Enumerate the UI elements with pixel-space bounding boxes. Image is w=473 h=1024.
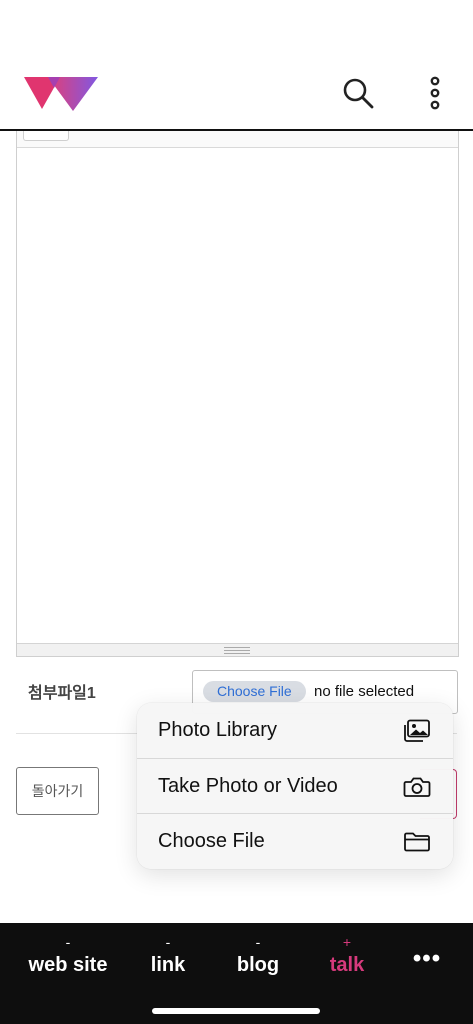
file-status-text: no file selected	[314, 683, 415, 700]
nav-marker: -	[65, 934, 71, 950]
editor-toolbar-button[interactable]	[23, 131, 69, 141]
back-button[interactable]: 돌아가기	[16, 767, 99, 815]
menu-item-take-photo[interactable]: Take Photo or Video	[137, 759, 453, 814]
nav-label: web site	[28, 954, 108, 976]
app-header	[0, 0, 473, 131]
nav-marker: -	[165, 934, 171, 950]
photo-library-icon	[404, 719, 430, 742]
nav-label: blog	[236, 954, 280, 976]
nav-item-blog[interactable]: - blog	[208, 935, 308, 979]
file-source-menu: Photo Library Take Photo or Video Choose…	[137, 703, 453, 869]
choose-file-button[interactable]: Choose File	[203, 681, 306, 702]
menu-item-choose-file[interactable]: Choose File	[137, 814, 453, 869]
nav-marker: +	[342, 934, 352, 950]
editor-resize-handle[interactable]	[17, 643, 458, 656]
more-menu-button[interactable]: •••	[403, 947, 451, 971]
nav-label: talk	[329, 954, 365, 976]
editor-content-area[interactable]	[17, 148, 458, 642]
nav-item-link[interactable]: - link	[118, 935, 218, 979]
folder-icon	[404, 832, 430, 851]
home-indicator[interactable]	[152, 1008, 320, 1014]
editor-toolbar	[17, 131, 458, 148]
nav-item-talk[interactable]: + talk	[297, 935, 397, 979]
search-icon[interactable]	[341, 76, 375, 110]
bottom-navigation: - web site - link - blog + talk •••	[0, 923, 473, 1024]
menu-item-label: Photo Library	[158, 719, 277, 741]
camera-icon	[403, 777, 431, 797]
nav-label: link	[150, 954, 186, 976]
nav-item-web-site[interactable]: - web site	[18, 935, 118, 979]
attachment-label: 첨부파일1	[28, 685, 96, 702]
menu-item-photo-library[interactable]: Photo Library	[137, 703, 453, 758]
brand-logo-icon[interactable]	[24, 77, 98, 111]
menu-item-label: Take Photo or Video	[158, 775, 338, 797]
resize-grip-icon	[224, 647, 250, 654]
menu-item-label: Choose File	[158, 830, 265, 852]
nav-marker: -	[255, 934, 261, 950]
text-editor	[16, 131, 459, 657]
vertical-ellipsis-icon[interactable]	[424, 76, 446, 110]
